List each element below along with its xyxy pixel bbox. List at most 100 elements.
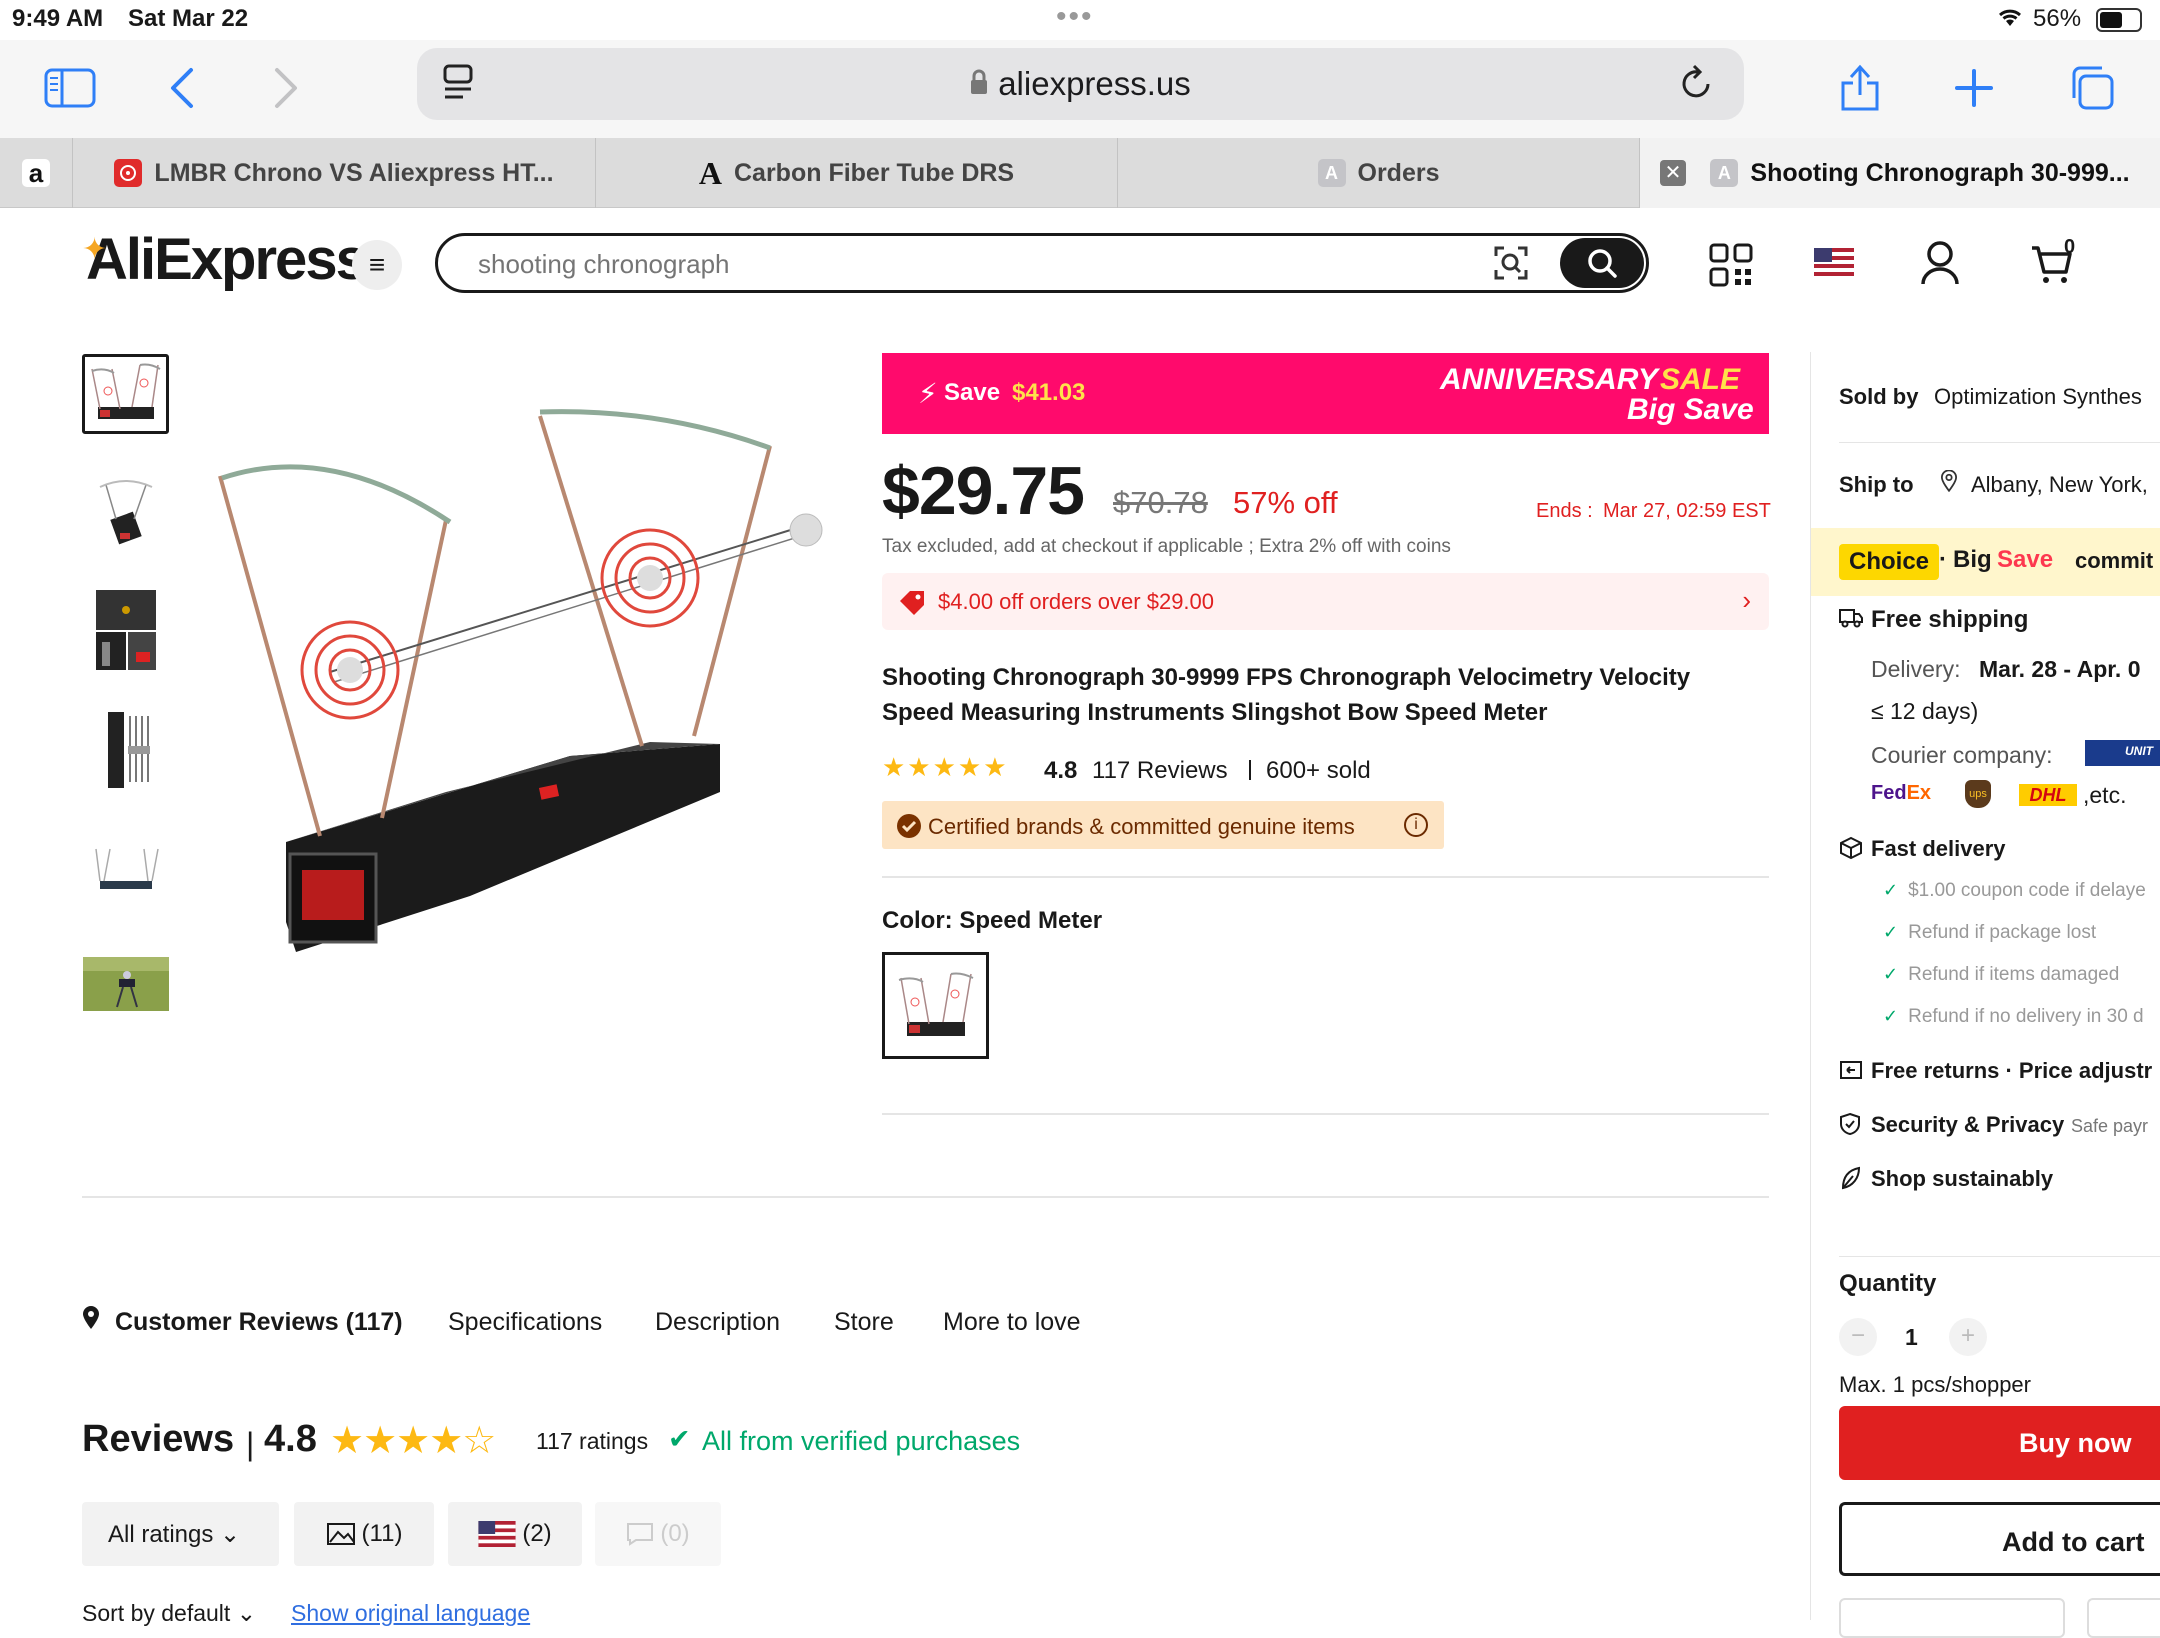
address-bar[interactable]: aliexpress.us: [417, 48, 1744, 120]
more-dots-icon[interactable]: •••: [1056, 0, 1094, 34]
verified-text: All from verified purchases: [702, 1426, 1021, 1456]
thumbnail-1[interactable]: [82, 354, 169, 434]
search-input[interactable]: [478, 246, 1478, 282]
ship-to-value[interactable]: Albany, New York,: [1971, 472, 2148, 498]
tab-amazon[interactable]: a: [0, 138, 72, 208]
divider: [882, 876, 1769, 878]
tax-note: Tax excluded, add at checkout if applica…: [882, 536, 1451, 557]
reviews-title: Reviews: [82, 1418, 235, 1460]
divider: [882, 1113, 1769, 1115]
sale-banner[interactable]: ⚡ Save $41.03 ANNIVERSARY SALE Big Save: [882, 353, 1769, 434]
qr-code-icon[interactable]: [1709, 243, 1753, 292]
target-favicon-icon: [114, 159, 143, 187]
logo-sparkle-icon: ✦: [82, 233, 107, 266]
aliexpress-logo[interactable]: ✦ AliExpress: [82, 226, 368, 293]
usps-logo-icon: UNIT: [2085, 740, 2160, 766]
secondary-button[interactable]: [1839, 1598, 2065, 1638]
coupon-text: $4.00 off orders over $29.00: [938, 589, 1215, 614]
certified-check-icon: [896, 813, 922, 844]
shop-sustainably[interactable]: Shop sustainably: [1871, 1166, 2053, 1192]
check-icon: ✓: [1883, 1006, 1899, 1026]
tab-label: Carbon Fiber Tube DRS: [734, 158, 1015, 187]
product-main-image[interactable]: [210, 352, 840, 952]
add-to-cart-button[interactable]: Add to cart: [1839, 1502, 2160, 1576]
search-bar: [435, 233, 1649, 293]
secondary-button[interactable]: [2087, 1598, 2160, 1638]
quantity-value[interactable]: 1: [1905, 1324, 1918, 1351]
box-icon: [1839, 836, 1863, 865]
browser-toolbar: aliexpress.us: [0, 40, 2160, 138]
tab-overview-icon[interactable]: [2062, 60, 2122, 116]
thumbnail-6[interactable]: [82, 944, 169, 1024]
max-note: Max. 1 pcs/shopper: [1839, 1372, 2031, 1397]
thumbnail-2[interactable]: [82, 472, 169, 552]
sort-dropdown[interactable]: Sort by default ⌄: [82, 1600, 256, 1627]
coupon-row[interactable]: $4.00 off orders over $29.00 ›: [882, 573, 1769, 630]
tab-lmbr-chrono[interactable]: LMBR Chrono VS Aliexpress HT...: [72, 138, 595, 208]
security-privacy[interactable]: Security & Privacy: [1871, 1112, 2064, 1138]
filter-us[interactable]: (2): [448, 1502, 582, 1566]
sidebar-toggle-icon[interactable]: [40, 60, 100, 116]
us-flag-icon: [478, 1521, 516, 1547]
reviews-count[interactable]: 117 Reviews: [1092, 757, 1228, 785]
image-search-icon[interactable]: [1494, 246, 1528, 285]
orders-favicon-icon: A: [1317, 159, 1346, 187]
a-favicon-icon: A: [698, 154, 722, 191]
account-icon[interactable]: [1920, 240, 1960, 291]
cart-icon[interactable]: 0: [2030, 236, 2075, 291]
tab-customer-reviews[interactable]: Customer Reviews (117): [82, 1306, 403, 1337]
wifi-icon: [1996, 6, 2024, 35]
quantity-decrement-button[interactable]: −: [1839, 1318, 1877, 1356]
tab-description[interactable]: Description: [655, 1308, 780, 1337]
reader-icon[interactable]: [441, 64, 475, 110]
fast-delivery: Fast delivery: [1871, 836, 2006, 861]
free-returns[interactable]: Free returns · Price adjustr: [1871, 1058, 2152, 1084]
new-tab-icon[interactable]: [1944, 60, 2004, 116]
coupon-tag-icon: [898, 589, 926, 620]
amazon-favicon-icon: a: [22, 158, 50, 188]
location-pin-icon: [1940, 469, 1958, 497]
tab-specifications[interactable]: Specifications: [448, 1308, 602, 1337]
filter-comments[interactable]: (0): [595, 1502, 721, 1566]
rating-value: 4.8: [1044, 757, 1078, 784]
thumbnail-3[interactable]: [82, 590, 169, 670]
choice-badge: Choice: [1839, 544, 1940, 580]
certified-badge[interactable]: Certified brands & committed genuine ite…: [882, 801, 1444, 849]
guarantee-item: ✓ $1.00 coupon code if delaye: [1883, 880, 2146, 901]
reviews-rating: 4.8: [264, 1418, 317, 1460]
thumbnail-4[interactable]: [82, 708, 169, 788]
back-icon[interactable]: [152, 60, 212, 116]
buy-now-button[interactable]: Buy now: [1839, 1406, 2160, 1480]
reload-icon[interactable]: [1678, 64, 1714, 110]
comment-icon: [627, 1523, 654, 1546]
color-swatch-speed-meter[interactable]: [882, 952, 989, 1059]
guarantee-item: ✓ Refund if items damaged: [1883, 964, 2120, 985]
divider: [1249, 760, 1251, 780]
tab-shooting-chronograph[interactable]: ✕ A Shooting Chronograph 30-999...: [1639, 138, 2160, 208]
ship-to-label: Ship to: [1839, 472, 1914, 497]
quantity-increment-button[interactable]: +: [1949, 1318, 1987, 1356]
show-original-language-link[interactable]: Show original language: [291, 1600, 530, 1627]
truck-icon: [1839, 606, 1863, 633]
returns-icon: [1839, 1058, 1863, 1085]
rating-stars-icon: ★★★★★: [882, 752, 1009, 782]
tab-label: LMBR Chrono VS Aliexpress HT...: [154, 158, 554, 187]
search-button[interactable]: [1560, 238, 1644, 288]
share-icon[interactable]: [1830, 60, 1890, 116]
tab-orders[interactable]: A Orders: [1117, 138, 1639, 208]
sold-by-value[interactable]: Optimization Synthes: [1934, 384, 2142, 410]
filter-photos[interactable]: (11): [294, 1502, 434, 1566]
close-tab-icon[interactable]: ✕: [1660, 160, 1686, 186]
tab-label: Shooting Chronograph 30-999...: [1750, 158, 2130, 187]
guarantee-item: ✓ Refund if package lost: [1883, 922, 2097, 943]
tab-store[interactable]: Store: [834, 1308, 894, 1337]
menu-icon[interactable]: ≡: [352, 240, 402, 290]
info-icon[interactable]: i: [1404, 813, 1428, 837]
check-icon: ✓: [1883, 880, 1899, 900]
us-flag-icon[interactable]: [1814, 248, 1854, 281]
forward-icon[interactable]: [256, 60, 316, 116]
thumbnail-5[interactable]: [82, 826, 169, 906]
tab-carbon-fiber[interactable]: A Carbon Fiber Tube DRS: [595, 138, 1117, 208]
filter-all-ratings[interactable]: All ratings ⌄: [82, 1502, 279, 1566]
tab-more-to-love[interactable]: More to love: [943, 1308, 1081, 1337]
